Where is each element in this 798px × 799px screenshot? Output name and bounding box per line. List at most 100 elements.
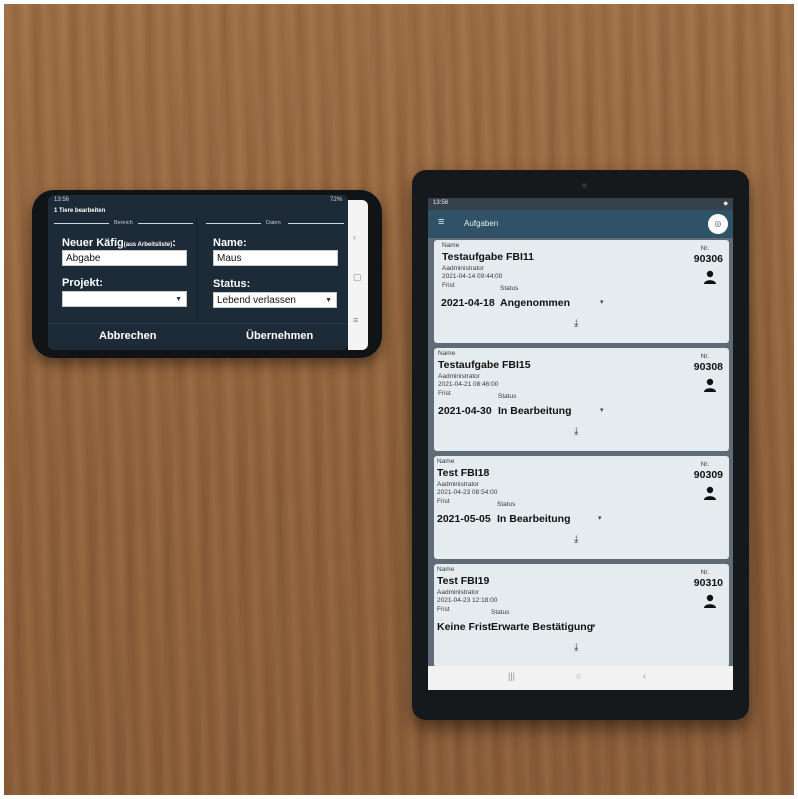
nr-caption: Nr. bbox=[700, 353, 709, 360]
task-created: 2021-04-14 09:44:00 bbox=[442, 273, 503, 280]
task-creator: Aadministrator bbox=[437, 481, 479, 488]
back-icon[interactable]: ‹ bbox=[353, 232, 356, 242]
name-field[interactable]: Maus bbox=[213, 250, 338, 266]
dropdown-arrow-icon: ▼ bbox=[175, 296, 182, 303]
front-camera bbox=[582, 183, 587, 188]
divider-line bbox=[206, 223, 261, 224]
task-status[interactable]: Angenommen bbox=[500, 297, 570, 309]
cage-field[interactable]: Abgabe bbox=[62, 250, 187, 266]
task-number: 90306 bbox=[693, 253, 723, 265]
status-select[interactable]: Lebend verlassen ▼ bbox=[213, 292, 337, 308]
frist-caption: Frist bbox=[438, 390, 451, 397]
task-card[interactable]: Name Nr. Testaufgabe FBI15 90308 Aadmini… bbox=[434, 348, 729, 451]
divider-line bbox=[138, 223, 193, 224]
wooden-desk: 13:56 72% 1 Tiere bearbeiten Bereich Dat… bbox=[4, 4, 794, 795]
status-dropdown-icon[interactable]: ▾ bbox=[600, 406, 604, 414]
task-frist: 2021-05-05 bbox=[437, 513, 491, 525]
task-created: 2021-04-23 08:54:00 bbox=[437, 489, 498, 496]
phone-status-bar: 13:56 72% bbox=[54, 197, 342, 207]
dropdown-arrow-icon: ▼ bbox=[325, 297, 332, 304]
status-caption: Status bbox=[500, 285, 519, 292]
task-title: Test FBI18 bbox=[437, 467, 490, 479]
phone-status-battery: 72% bbox=[329, 197, 342, 203]
phone-navigation-bar: ‹ ▢ ≡ bbox=[348, 200, 368, 350]
name-caption: Name bbox=[437, 458, 455, 465]
name-caption: Name bbox=[437, 566, 455, 573]
cage-label: Neuer Käfig(aus Arbeitsliste): bbox=[62, 237, 176, 249]
recent-apps-icon[interactable]: ≡ bbox=[353, 315, 358, 325]
cage-label-colon: : bbox=[172, 237, 176, 249]
divider-line bbox=[288, 223, 344, 224]
task-creator: Aadministrator bbox=[442, 265, 484, 272]
download-icon[interactable]: ⤓ bbox=[574, 534, 578, 545]
section-bereich: Bereich bbox=[114, 220, 133, 226]
cage-label-hint: (aus Arbeitsliste) bbox=[123, 242, 173, 248]
tablet-screen: 13:58 ◆ ≡ Aufgaben ◎ Name Nr. Testaufgab… bbox=[428, 198, 733, 690]
accept-button[interactable]: Übernehmen bbox=[246, 330, 313, 342]
status-select-value: Lebend verlassen bbox=[217, 295, 296, 306]
status-caption: Status bbox=[497, 501, 516, 508]
frist-caption: Frist bbox=[437, 606, 450, 613]
status-caption: Status bbox=[491, 609, 510, 616]
nr-caption: Nr. bbox=[700, 461, 709, 468]
user-icon bbox=[704, 378, 716, 392]
project-label: Projekt: bbox=[62, 277, 103, 289]
download-icon[interactable]: ⤓ bbox=[574, 642, 578, 653]
user-icon bbox=[704, 594, 716, 608]
task-number: 90308 bbox=[693, 361, 723, 373]
task-frist: Keine Frist bbox=[437, 621, 492, 633]
task-status[interactable]: In Bearbeitung bbox=[497, 513, 571, 525]
task-frist: 2021-04-30 bbox=[438, 405, 492, 417]
recent-apps-icon[interactable]: ||| bbox=[508, 671, 515, 681]
task-status[interactable]: In Bearbeitung bbox=[498, 405, 572, 417]
task-created: 2021-04-23 12:18:00 bbox=[437, 597, 498, 604]
status-dropdown-icon[interactable]: ▾ bbox=[592, 622, 596, 630]
home-icon[interactable]: ○ bbox=[576, 671, 581, 681]
tablet: 13:58 ◆ ≡ Aufgaben ◎ Name Nr. Testaufgab… bbox=[412, 170, 749, 720]
tablet-status-time: 13:58 bbox=[433, 200, 449, 206]
smartphone: 13:56 72% 1 Tiere bearbeiten Bereich Dat… bbox=[32, 190, 382, 358]
task-title: Testaufgabe FBI15 bbox=[438, 359, 531, 371]
status-caption: Status bbox=[498, 393, 517, 400]
home-icon[interactable]: ▢ bbox=[353, 272, 362, 283]
download-icon[interactable]: ⤓ bbox=[574, 318, 578, 329]
task-frist: 2021-04-18 bbox=[441, 297, 495, 309]
user-icon bbox=[704, 486, 716, 500]
back-icon[interactable]: ‹ bbox=[643, 671, 646, 681]
phone-status-time: 13:56 bbox=[54, 197, 70, 203]
task-card[interactable]: Name Nr. Test FBI19 90310 Aadministrator… bbox=[434, 564, 729, 667]
download-icon[interactable]: ⤓ bbox=[574, 426, 578, 437]
task-list: Name Nr. Testaufgabe FBI11 90306 Aadmini… bbox=[428, 238, 733, 667]
phone-screen: 13:56 72% 1 Tiere bearbeiten Bereich Dat… bbox=[48, 195, 348, 350]
menu-icon[interactable]: ≡ bbox=[438, 216, 444, 228]
nr-caption: Nr. bbox=[700, 245, 709, 252]
task-status[interactable]: Erwarte Bestätigung bbox=[491, 621, 593, 633]
cage-label-text: Neuer Käfig bbox=[62, 237, 124, 249]
app-title: Aufgaben bbox=[464, 219, 499, 228]
task-creator: Aadministrator bbox=[437, 589, 479, 596]
scan-icon[interactable]: ◎ bbox=[708, 214, 728, 234]
cancel-button[interactable]: Abbrechen bbox=[99, 330, 156, 342]
project-select[interactable]: ▼ bbox=[62, 291, 187, 307]
column-divider bbox=[196, 215, 197, 323]
task-number: 90310 bbox=[693, 577, 723, 589]
name-caption: Name bbox=[438, 350, 456, 357]
user-icon bbox=[704, 270, 716, 284]
task-created: 2021-04-21 08:46:00 bbox=[438, 381, 499, 388]
dialog-button-bar: Abbrechen Übernehmen bbox=[48, 323, 348, 350]
name-label: Name: bbox=[213, 237, 247, 249]
task-card[interactable]: Name Nr. Test FBI18 90309 Aadministrator… bbox=[434, 456, 729, 559]
dialog-title: 1 Tiere bearbeiten bbox=[54, 208, 106, 214]
name-caption: Name bbox=[442, 242, 460, 249]
app-bar: ≡ Aufgaben ◎ bbox=[428, 210, 733, 238]
frist-caption: Frist bbox=[442, 282, 455, 289]
task-number: 90309 bbox=[693, 469, 723, 481]
section-daten: Daten bbox=[266, 220, 281, 226]
status-dropdown-icon[interactable]: ▾ bbox=[598, 514, 602, 522]
nr-caption: Nr. bbox=[700, 569, 709, 576]
wifi-icon: ◆ bbox=[723, 201, 728, 207]
task-card[interactable]: Name Nr. Testaufgabe FBI11 90306 Aadmini… bbox=[434, 240, 729, 343]
divider-line bbox=[54, 223, 109, 224]
status-dropdown-icon[interactable]: ▾ bbox=[600, 298, 604, 306]
frist-caption: Frist bbox=[437, 498, 450, 505]
